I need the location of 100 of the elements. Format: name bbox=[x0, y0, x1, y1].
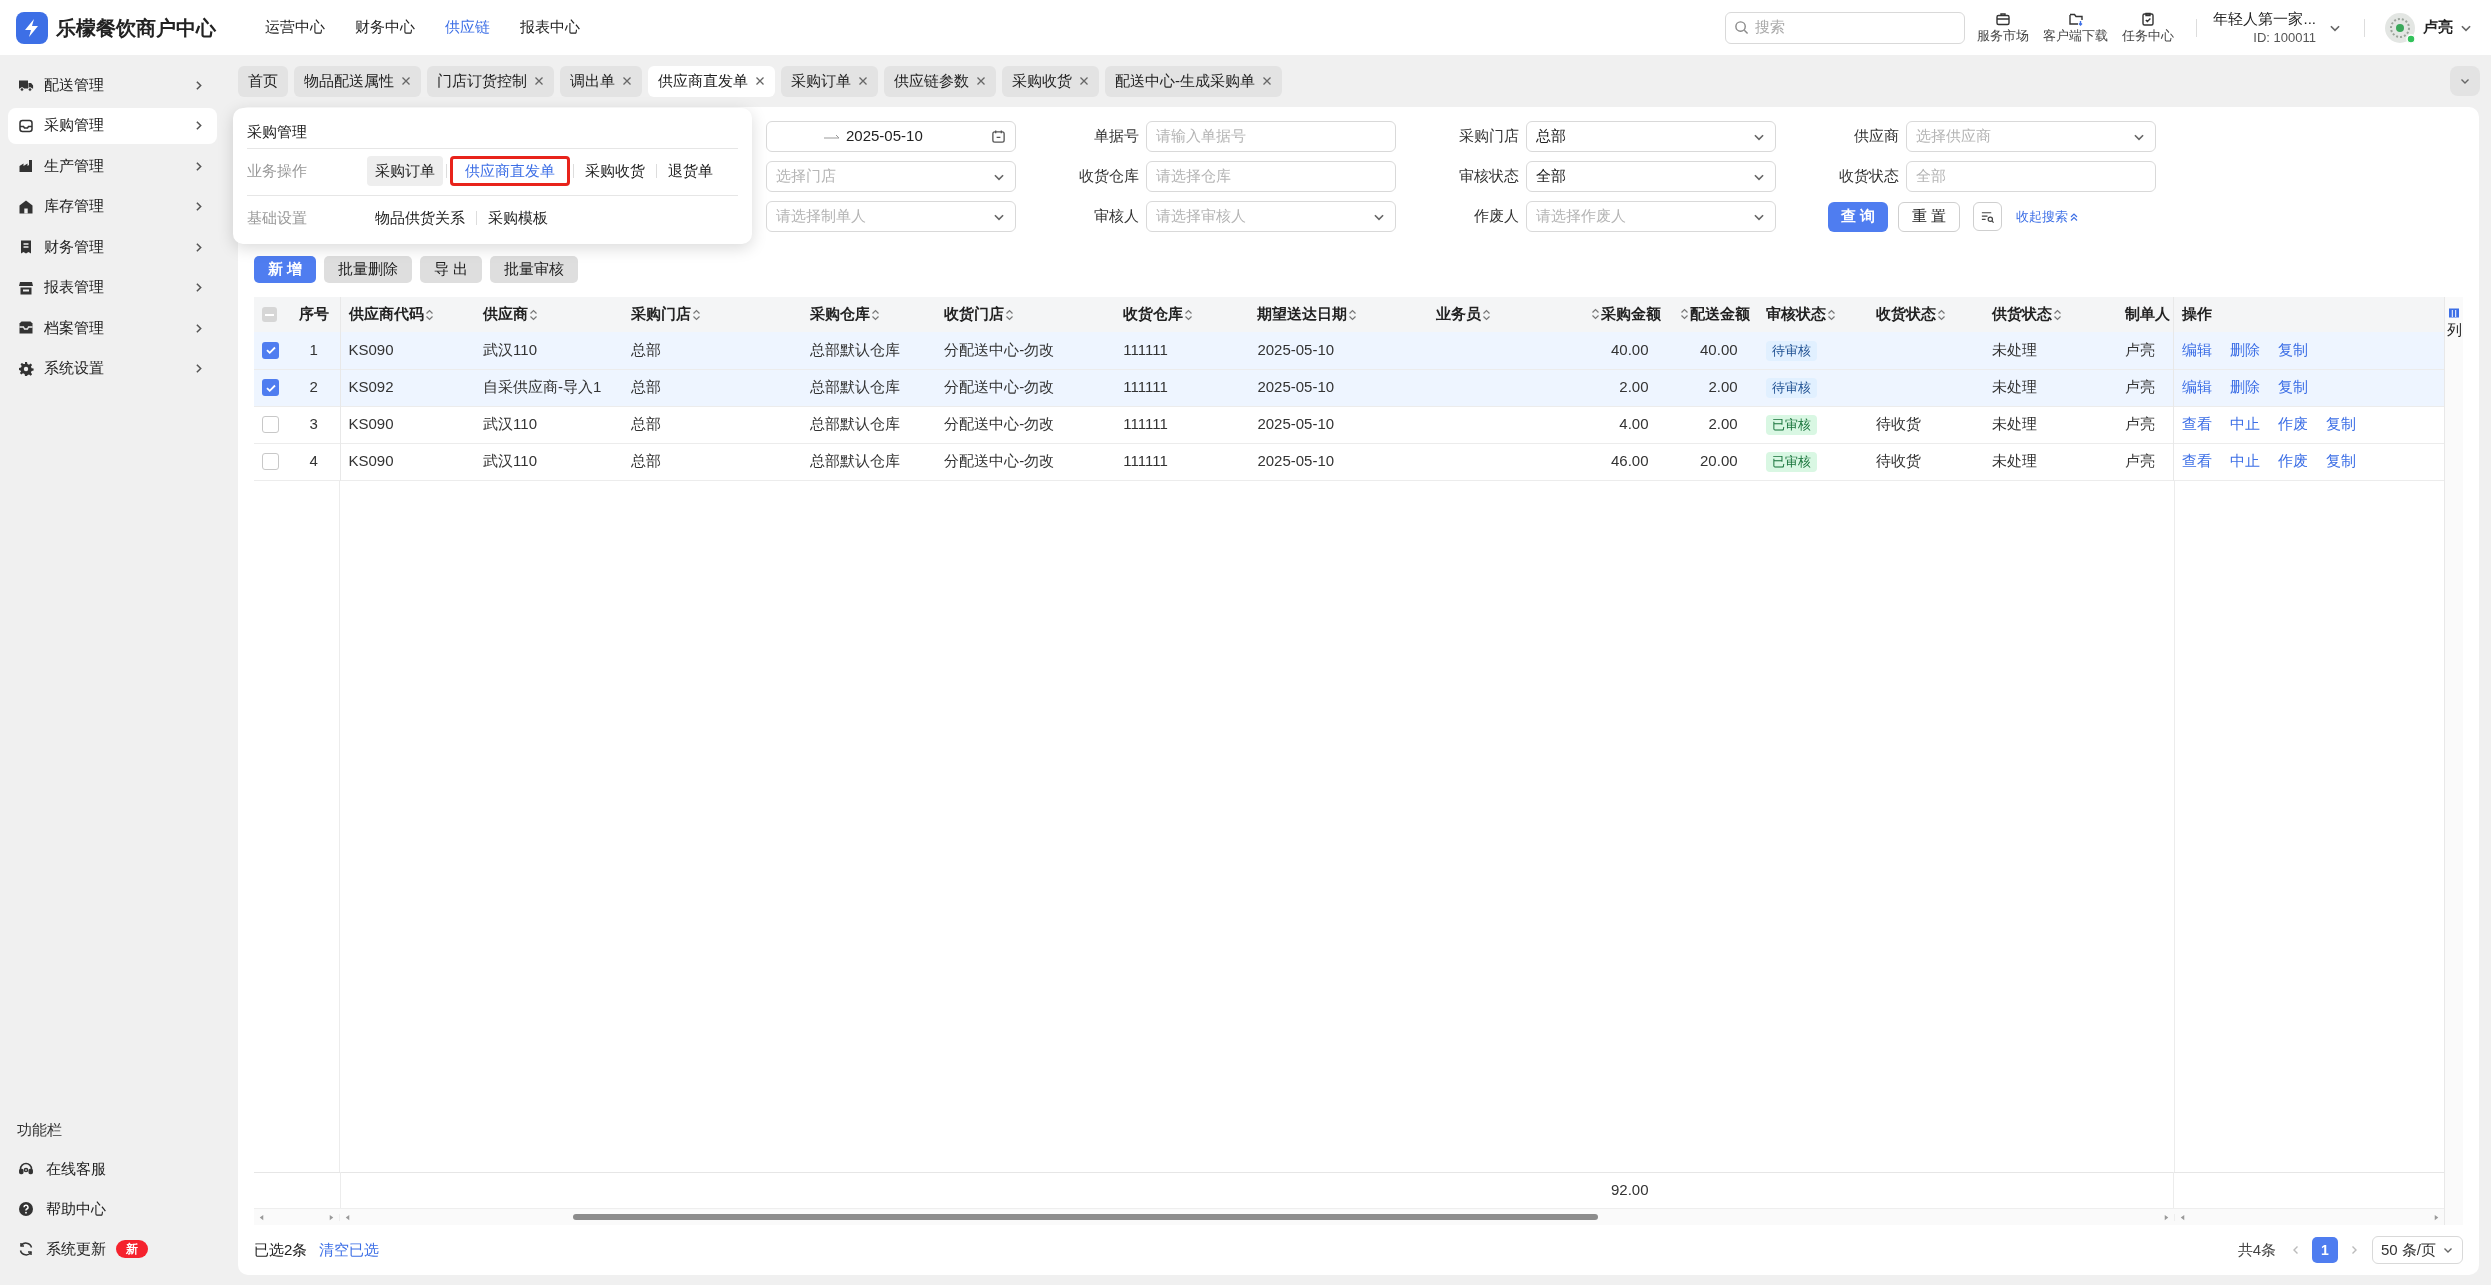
action-link[interactable]: 复制 bbox=[2278, 339, 2309, 362]
select-field[interactable]: 全部 bbox=[1526, 161, 1776, 192]
reset-button[interactable]: 重 置 bbox=[1898, 201, 1961, 232]
close-icon[interactable] bbox=[534, 76, 544, 86]
menu-link[interactable]: 退货单 bbox=[660, 156, 721, 186]
menu-link[interactable]: 采购订单 bbox=[367, 156, 443, 186]
nav-link[interactable]: 运营中心 bbox=[265, 16, 325, 39]
scroll-right-icon[interactable] bbox=[2163, 1213, 2170, 1221]
close-icon[interactable] bbox=[622, 76, 632, 86]
action-link[interactable]: 中止 bbox=[2230, 450, 2261, 473]
close-icon[interactable] bbox=[1079, 76, 1089, 86]
menu-link[interactable]: 物品供货关系 bbox=[367, 203, 473, 233]
table-row[interactable]: 2 KS092 自采供应商-导入1 总部 总部默认仓库 分配送中心-勿改 111111 2025-05-10 2.00 2.00 待审核 未处理 卢亮 编辑 删除 复制 bbox=[254, 369, 2444, 406]
action-link[interactable]: 删除 bbox=[2230, 376, 2261, 399]
tabs-menu-button[interactable] bbox=[2450, 66, 2480, 96]
scroll-right-icon[interactable] bbox=[2433, 1213, 2440, 1221]
tab[interactable]: 采购订单 bbox=[781, 65, 878, 97]
action-link[interactable]: 作废 bbox=[2278, 413, 2309, 436]
collapse-search-link[interactable]: 收起搜索 bbox=[2016, 206, 2080, 227]
menu-link[interactable]: 采购模板 bbox=[480, 203, 556, 233]
column-header[interactable]: 采购金额 bbox=[1554, 297, 1669, 332]
checkbox[interactable] bbox=[262, 416, 279, 433]
toolbar-button[interactable]: 批量审核 bbox=[490, 256, 579, 283]
action-link[interactable]: 中止 bbox=[2230, 413, 2261, 436]
column-header[interactable]: 供货状态 bbox=[1983, 297, 2117, 332]
toolbar-button[interactable]: 客户端下载 bbox=[2043, 10, 2109, 45]
tab[interactable]: 供应商直发单 bbox=[648, 65, 775, 97]
sidebar-item[interactable]: 生产管理 bbox=[8, 148, 217, 184]
toolbar-button[interactable]: 导 出 bbox=[420, 256, 483, 283]
scroll-left-icon[interactable] bbox=[344, 1213, 351, 1221]
checkbox[interactable] bbox=[262, 341, 279, 359]
checkbox[interactable] bbox=[262, 453, 279, 470]
column-header[interactable]: 采购仓库 bbox=[802, 297, 937, 332]
scroll-right-icon[interactable] bbox=[328, 1213, 335, 1221]
sidebar-item[interactable]: 系统设置 bbox=[8, 350, 217, 387]
table-row[interactable]: 3 KS090 武汉110 总部 总部默认仓库 分配送中心-勿改 111111 2025-05-10 4.00 2.00 已审核 待收货 未处理 卢亮 查看 中止 作废 复制 bbox=[254, 406, 2444, 443]
menu-link[interactable]: 采购收货 bbox=[577, 156, 653, 186]
horizontal-scrollbar[interactable] bbox=[254, 1208, 2444, 1225]
function-link[interactable]: 帮助中心 bbox=[8, 1191, 217, 1227]
close-icon[interactable] bbox=[1262, 76, 1272, 86]
column-header[interactable]: 收货门店 bbox=[936, 297, 1116, 332]
close-icon[interactable] bbox=[755, 76, 765, 86]
clear-selection-link[interactable]: 清空已选 bbox=[319, 1238, 380, 1262]
tab[interactable]: 供应链参数 bbox=[884, 65, 996, 97]
action-link[interactable]: 查看 bbox=[2182, 450, 2213, 473]
checkbox[interactable] bbox=[262, 379, 279, 396]
toolbar-button[interactable]: 任务中心 bbox=[2122, 10, 2175, 45]
menu-link[interactable]: 供应商直发单 bbox=[450, 156, 570, 186]
tab[interactable]: 采购收货 bbox=[1002, 65, 1099, 97]
action-link[interactable]: 复制 bbox=[2326, 450, 2357, 473]
column-header[interactable]: 期望送达日期 bbox=[1249, 297, 1429, 332]
nav-link[interactable]: 供应链 bbox=[445, 16, 490, 39]
select-field[interactable]: 总部 bbox=[1526, 121, 1776, 152]
action-link[interactable]: 删除 bbox=[2230, 339, 2261, 362]
close-icon[interactable] bbox=[976, 76, 986, 86]
sidebar-item[interactable]: 配送管理 bbox=[8, 67, 217, 103]
sidebar-item[interactable]: 报表管理 bbox=[8, 269, 217, 306]
nav-link[interactable]: 报表中心 bbox=[520, 16, 580, 39]
column-header[interactable]: 审核状态 bbox=[1757, 297, 1868, 332]
action-link[interactable]: 编辑 bbox=[2182, 339, 2213, 362]
sidebar-item[interactable]: 财务管理 bbox=[8, 229, 217, 265]
checkbox-cell[interactable] bbox=[254, 369, 288, 406]
column-header[interactable]: 配送金额 bbox=[1668, 297, 1758, 332]
close-icon[interactable] bbox=[401, 76, 411, 86]
column-header[interactable]: 收货状态 bbox=[1867, 297, 1984, 332]
toolbar-button[interactable]: 批量删除 bbox=[324, 256, 413, 283]
scroll-left-icon[interactable] bbox=[258, 1213, 265, 1221]
account-switcher[interactable]: 年轻人第一家... ID: 100011 bbox=[2213, 8, 2342, 47]
filter-settings-button[interactable] bbox=[1973, 202, 2003, 231]
date-field[interactable]: 2025-05-10 bbox=[766, 121, 1016, 152]
sidebar-item[interactable]: 库存管理 bbox=[8, 188, 217, 225]
tab[interactable]: 首页 bbox=[238, 65, 288, 97]
column-header[interactable]: 供应商代码 bbox=[340, 297, 476, 332]
checkbox-cell[interactable] bbox=[254, 332, 288, 369]
checkbox[interactable] bbox=[262, 307, 277, 322]
close-icon[interactable] bbox=[858, 76, 868, 86]
tab[interactable]: 物品配送属性 bbox=[294, 65, 421, 97]
action-link[interactable]: 编辑 bbox=[2182, 376, 2213, 399]
column-header[interactable]: 收货仓库 bbox=[1115, 297, 1250, 332]
tab[interactable]: 配送中心-生成采购单 bbox=[1105, 65, 1282, 97]
action-link[interactable]: 作废 bbox=[2278, 450, 2309, 473]
toolbar-button[interactable]: 服务市场 bbox=[1977, 10, 2030, 45]
page-size-select[interactable]: 50 条/页 bbox=[2371, 1236, 2463, 1264]
sidebar-item[interactable]: 采购管理 bbox=[8, 107, 217, 144]
function-link[interactable]: 在线客服 bbox=[8, 1151, 217, 1187]
function-link[interactable]: 系统更新 新 bbox=[8, 1231, 217, 1267]
column-header[interactable]: 采购门店 bbox=[623, 297, 803, 332]
sidebar-item[interactable]: 档案管理 bbox=[8, 310, 217, 346]
column-header[interactable]: 业务员 bbox=[1428, 297, 1555, 332]
tab[interactable]: 调出单 bbox=[560, 65, 642, 97]
toolbar-button[interactable]: 新 增 bbox=[254, 256, 317, 283]
table-row[interactable]: 1 KS090 武汉110 总部 总部默认仓库 分配送中心-勿改 111111 2025-05-10 40.00 40.00 待审核 未处理 卢亮 编辑 删除 复制 bbox=[254, 332, 2444, 369]
action-link[interactable]: 复制 bbox=[2326, 413, 2357, 436]
column-header[interactable]: 供应商 bbox=[475, 297, 624, 332]
query-button[interactable]: 查 询 bbox=[1828, 201, 1889, 232]
page-button[interactable]: 1 bbox=[2311, 1237, 2338, 1263]
scroll-left-icon[interactable] bbox=[2179, 1213, 2186, 1221]
user-menu[interactable]: 卢亮 bbox=[2383, 10, 2473, 45]
action-link[interactable]: 复制 bbox=[2278, 376, 2309, 399]
tab[interactable]: 门店订货控制 bbox=[427, 65, 554, 97]
